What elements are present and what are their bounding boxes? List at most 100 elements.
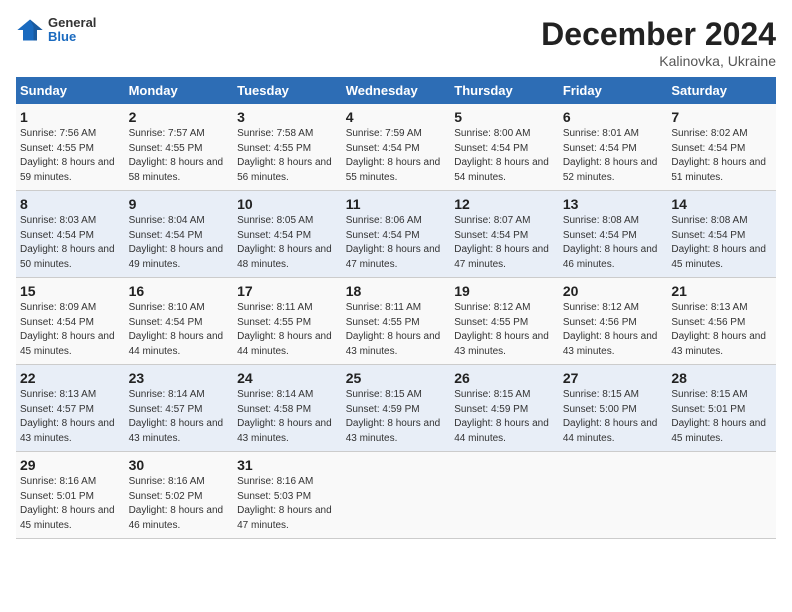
day-number: 31 bbox=[237, 457, 338, 473]
day-info: Sunrise: 8:00 AMSunset: 4:54 PMDaylight:… bbox=[454, 127, 555, 185]
day-number: 24 bbox=[237, 370, 338, 386]
calendar-week-row: 8 Sunrise: 8:03 AMSunset: 4:54 PMDaylight… bbox=[16, 191, 776, 278]
calendar-day-cell: 25 Sunrise: 8:15 AMSunset: 4:59 PMDayligh… bbox=[342, 365, 451, 452]
day-number: 12 bbox=[454, 196, 555, 212]
weekday-header: Saturday bbox=[667, 77, 776, 104]
calendar-day-cell: 21Sunrise: 8:13 AMSunset: 4:56 PMDayligh… bbox=[667, 278, 776, 365]
calendar-day-cell: 11Sunrise: 8:06 AMSunset: 4:54 PMDayligh… bbox=[342, 191, 451, 278]
day-info: Sunrise: 8:14 AMSunset: 4:57 PMDaylight:… bbox=[129, 388, 230, 446]
calendar-day-cell: 17 Sunrise: 8:11 AMSunset: 4:55 PMDayligh… bbox=[233, 278, 342, 365]
day-number: 17 bbox=[237, 283, 338, 299]
day-info: Sunrise: 7:56 AMSunset: 4:55 PMDaylight:… bbox=[20, 127, 121, 185]
day-number: 28 bbox=[671, 370, 772, 386]
day-number: 9 bbox=[129, 196, 230, 212]
day-number: 22 bbox=[20, 370, 121, 386]
logo-icon bbox=[16, 16, 44, 44]
day-info: Sunrise: 8:01 AMSunset: 4:54 PMDaylight:… bbox=[563, 127, 664, 185]
day-info: Sunrise: 8:16 AMSunset: 5:03 PMDaylight:… bbox=[237, 475, 338, 533]
calendar-day-cell bbox=[450, 452, 559, 539]
calendar-table: SundayMondayTuesdayWednesdayThursdayFrid… bbox=[16, 77, 776, 539]
calendar-week-row: 15 Sunrise: 8:09 AMSunset: 4:54 PMDayligh… bbox=[16, 278, 776, 365]
day-number: 19 bbox=[454, 283, 555, 299]
calendar-day-cell: 22 Sunrise: 8:13 AMSunset: 4:57 PMDayligh… bbox=[16, 365, 125, 452]
calendar-day-cell bbox=[559, 452, 668, 539]
calendar-day-cell: 6Sunrise: 8:01 AMSunset: 4:54 PMDaylight… bbox=[559, 104, 668, 191]
weekday-header: Wednesday bbox=[342, 77, 451, 104]
calendar-day-cell: 19 Sunrise: 8:12 AMSunset: 4:55 PMDayligh… bbox=[450, 278, 559, 365]
logo: General Blue bbox=[16, 16, 96, 45]
day-number: 5 bbox=[454, 109, 555, 125]
calendar-day-cell: 3Sunrise: 7:58 AMSunset: 4:55 PMDaylight… bbox=[233, 104, 342, 191]
day-number: 23 bbox=[129, 370, 230, 386]
day-number: 10 bbox=[237, 196, 338, 212]
calendar-day-cell: 10 Sunrise: 8:05 AMSunset: 4:54 PMDayligh… bbox=[233, 191, 342, 278]
calendar-week-row: 1 Sunrise: 7:56 AMSunset: 4:55 PMDaylight… bbox=[16, 104, 776, 191]
day-info: Sunrise: 8:15 AMSunset: 5:00 PMDaylight:… bbox=[563, 388, 664, 446]
calendar-day-cell: 14Sunrise: 8:08 AMSunset: 4:54 PMDayligh… bbox=[667, 191, 776, 278]
day-number: 20 bbox=[563, 283, 664, 299]
calendar-day-cell: 23 Sunrise: 8:14 AMSunset: 4:57 PMDayligh… bbox=[125, 365, 234, 452]
day-info: Sunrise: 8:03 AMSunset: 4:54 PMDaylight:… bbox=[20, 214, 121, 272]
day-info: Sunrise: 8:12 AMSunset: 4:55 PMDaylight:… bbox=[454, 301, 555, 359]
month-title: December 2024 bbox=[541, 16, 776, 53]
calendar-week-row: 29 Sunrise: 8:16 AMSunset: 5:01 PMDayligh… bbox=[16, 452, 776, 539]
day-number: 29 bbox=[20, 457, 121, 473]
day-number: 27 bbox=[563, 370, 664, 386]
day-info: Sunrise: 8:16 AMSunset: 5:02 PMDaylight:… bbox=[129, 475, 230, 533]
weekday-header: Thursday bbox=[450, 77, 559, 104]
calendar-day-cell: 12Sunrise: 8:07 AMSunset: 4:54 PMDayligh… bbox=[450, 191, 559, 278]
day-info: Sunrise: 8:13 AMSunset: 4:57 PMDaylight:… bbox=[20, 388, 121, 446]
calendar-day-cell: 1 Sunrise: 7:56 AMSunset: 4:55 PMDaylight… bbox=[16, 104, 125, 191]
calendar-day-cell: 7 Sunrise: 8:02 AMSunset: 4:54 PMDaylight… bbox=[667, 104, 776, 191]
day-info: Sunrise: 7:59 AMSunset: 4:54 PMDaylight:… bbox=[346, 127, 447, 185]
calendar-week-row: 22 Sunrise: 8:13 AMSunset: 4:57 PMDayligh… bbox=[16, 365, 776, 452]
calendar-day-cell: 24 Sunrise: 8:14 AMSunset: 4:58 PMDayligh… bbox=[233, 365, 342, 452]
day-number: 21 bbox=[671, 283, 772, 299]
day-info: Sunrise: 8:08 AMSunset: 4:54 PMDaylight:… bbox=[563, 214, 664, 272]
page-header: General Blue December 2024 Kalinovka, Uk… bbox=[16, 16, 776, 69]
day-number: 14 bbox=[671, 196, 772, 212]
calendar-day-cell: 16 Sunrise: 8:10 AMSunset: 4:54 PMDayligh… bbox=[125, 278, 234, 365]
day-info: Sunrise: 8:15 AMSunset: 4:59 PMDaylight:… bbox=[454, 388, 555, 446]
title-block: December 2024 Kalinovka, Ukraine bbox=[541, 16, 776, 69]
day-number: 1 bbox=[20, 109, 121, 125]
calendar-day-cell: 2Sunrise: 7:57 AMSunset: 4:55 PMDaylight… bbox=[125, 104, 234, 191]
calendar-day-cell: 13 Sunrise: 8:08 AMSunset: 4:54 PMDayligh… bbox=[559, 191, 668, 278]
day-info: Sunrise: 8:16 AMSunset: 5:01 PMDaylight:… bbox=[20, 475, 121, 533]
weekday-header: Friday bbox=[559, 77, 668, 104]
day-number: 4 bbox=[346, 109, 447, 125]
calendar-day-cell: 30Sunrise: 8:16 AMSunset: 5:02 PMDayligh… bbox=[125, 452, 234, 539]
calendar-day-cell: 20 Sunrise: 8:12 AMSunset: 4:56 PMDayligh… bbox=[559, 278, 668, 365]
day-info: Sunrise: 8:09 AMSunset: 4:54 PMDaylight:… bbox=[20, 301, 121, 359]
day-number: 15 bbox=[20, 283, 121, 299]
day-info: Sunrise: 8:12 AMSunset: 4:56 PMDaylight:… bbox=[563, 301, 664, 359]
day-number: 13 bbox=[563, 196, 664, 212]
calendar-day-cell: 15 Sunrise: 8:09 AMSunset: 4:54 PMDayligh… bbox=[16, 278, 125, 365]
location: Kalinovka, Ukraine bbox=[541, 53, 776, 69]
day-info: Sunrise: 8:02 AMSunset: 4:54 PMDaylight:… bbox=[671, 127, 772, 185]
logo-general: General bbox=[48, 16, 96, 30]
day-info: Sunrise: 8:15 AMSunset: 4:59 PMDaylight:… bbox=[346, 388, 447, 446]
day-info: Sunrise: 8:15 AMSunset: 5:01 PMDaylight:… bbox=[671, 388, 772, 446]
day-number: 3 bbox=[237, 109, 338, 125]
day-number: 7 bbox=[671, 109, 772, 125]
day-info: Sunrise: 8:11 AMSunset: 4:55 PMDaylight:… bbox=[346, 301, 447, 359]
day-info: Sunrise: 8:05 AMSunset: 4:54 PMDaylight:… bbox=[237, 214, 338, 272]
day-info: Sunrise: 8:11 AMSunset: 4:55 PMDaylight:… bbox=[237, 301, 338, 359]
day-number: 25 bbox=[346, 370, 447, 386]
calendar-day-cell: 26Sunrise: 8:15 AMSunset: 4:59 PMDayligh… bbox=[450, 365, 559, 452]
day-number: 16 bbox=[129, 283, 230, 299]
calendar-day-cell: 18Sunrise: 8:11 AMSunset: 4:55 PMDayligh… bbox=[342, 278, 451, 365]
calendar-day-cell: 9 Sunrise: 8:04 AMSunset: 4:54 PMDaylight… bbox=[125, 191, 234, 278]
weekday-header: Tuesday bbox=[233, 77, 342, 104]
day-info: Sunrise: 8:04 AMSunset: 4:54 PMDaylight:… bbox=[129, 214, 230, 272]
logo-blue: Blue bbox=[48, 30, 96, 44]
calendar-day-cell: 29 Sunrise: 8:16 AMSunset: 5:01 PMDayligh… bbox=[16, 452, 125, 539]
day-number: 11 bbox=[346, 196, 447, 212]
day-info: Sunrise: 8:14 AMSunset: 4:58 PMDaylight:… bbox=[237, 388, 338, 446]
day-number: 8 bbox=[20, 196, 121, 212]
day-info: Sunrise: 8:10 AMSunset: 4:54 PMDaylight:… bbox=[129, 301, 230, 359]
calendar-day-cell: 27 Sunrise: 8:15 AMSunset: 5:00 PMDayligh… bbox=[559, 365, 668, 452]
calendar-day-cell: 28 Sunrise: 8:15 AMSunset: 5:01 PMDayligh… bbox=[667, 365, 776, 452]
calendar-day-cell: 4 Sunrise: 7:59 AMSunset: 4:54 PMDaylight… bbox=[342, 104, 451, 191]
